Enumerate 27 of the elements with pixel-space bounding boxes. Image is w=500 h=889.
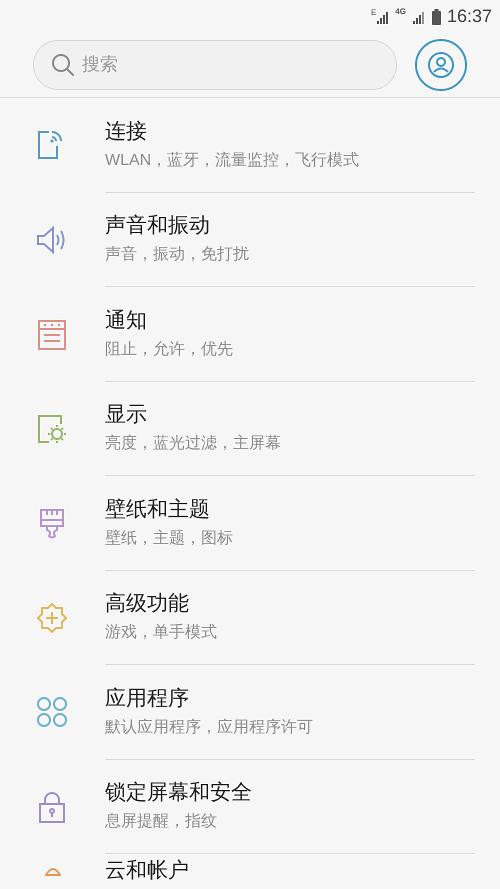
signal-icon (412, 12, 426, 24)
setting-title[interactable]: 高级功能 (105, 589, 475, 620)
setting-title[interactable]: 显示 (105, 400, 475, 430)
setting-summary: 游戏，单手模式 (105, 622, 218, 644)
battery-icon (432, 9, 441, 25)
setting-summary: 亮度，蓝光过滤，主屏幕 (105, 434, 282, 454)
setting-title[interactable]: 声音和振动 (105, 211, 475, 242)
setting-title[interactable]: 通知 (105, 306, 475, 336)
profile-button[interactable] (415, 38, 467, 90)
search-icon (51, 52, 75, 76)
setting-summary: 默认应用程序，应用程序许可 (105, 718, 314, 738)
setting-summary: 阻止，允许，优先 (105, 340, 234, 360)
signal-icon (377, 12, 390, 24)
user-icon (428, 52, 454, 78)
clock: 16:37 (446, 7, 492, 25)
setting-title[interactable]: 锁定屏幕和安全 (105, 778, 475, 808)
setting-title[interactable]: 壁纸和主题 (105, 494, 475, 525)
setting-summary: WLAN，蓝牙，流量监控，飞行模式 (105, 150, 360, 171)
network-label: E (370, 9, 376, 17)
network-label: 4G (395, 8, 406, 16)
search-field[interactable]: 搜索 (33, 40, 397, 90)
setting-title[interactable]: 云和帐户 (105, 856, 475, 886)
setting-summary: 息屏提醒，指纹 (105, 812, 218, 832)
setting-title[interactable]: 应用程序 (105, 684, 475, 714)
setting-title[interactable]: 连接 (105, 116, 475, 147)
setting-summary: 声音，振动，免打扰 (105, 244, 250, 266)
setting-summary: 壁纸，主题，图标 (105, 528, 234, 549)
